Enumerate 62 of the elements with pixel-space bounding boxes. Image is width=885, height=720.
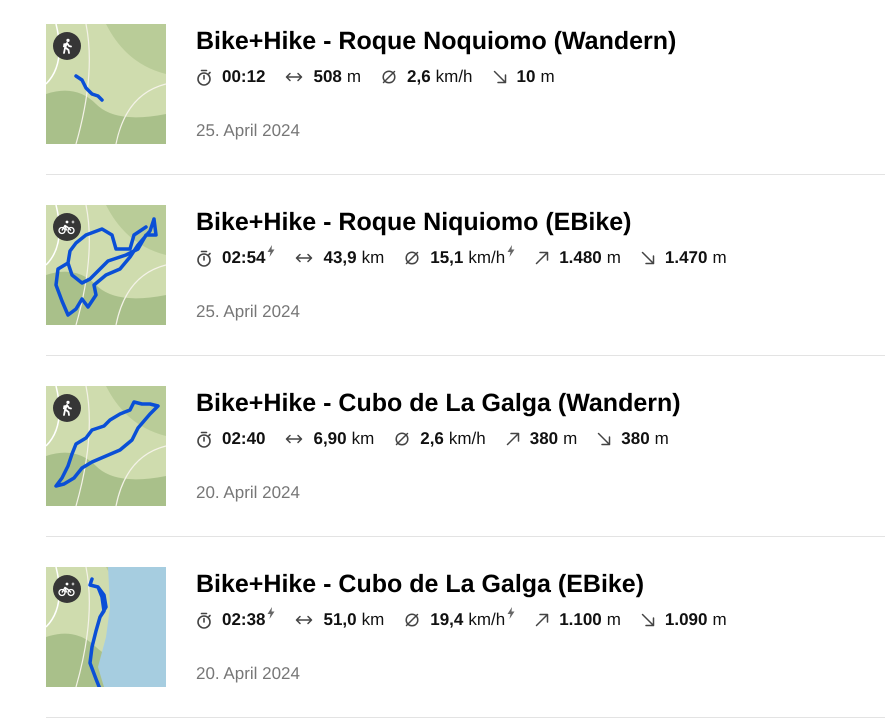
stat-value: 6,90 <box>313 428 347 450</box>
stat-value: 380 <box>530 428 558 450</box>
down-arrow-icon <box>597 432 612 446</box>
stat-unit: m <box>606 247 621 269</box>
stat-value: 43,9 <box>323 247 357 269</box>
up-arrow-icon <box>535 251 550 265</box>
stat-value: 02:38 <box>222 609 266 631</box>
activity-date: 20. April 2024 <box>196 663 301 685</box>
down-arrow-icon <box>640 613 655 627</box>
double-arrow-icon <box>295 614 314 626</box>
diameter-icon <box>394 431 410 447</box>
stat-value: 02:54 <box>222 247 266 269</box>
stat-unit: km <box>362 247 384 269</box>
stat-value: 10 <box>516 66 536 88</box>
activity-title[interactable]: Bike+Hike - Cubo de La Galga (EBike) <box>196 569 727 599</box>
stat-unit: m <box>563 428 578 450</box>
activity-date: 25. April 2024 <box>196 120 301 142</box>
stat-value: 19,4 <box>430 609 464 631</box>
stopwatch-icon <box>196 430 212 448</box>
stat-value: 1.480 <box>559 247 602 269</box>
double-arrow-icon <box>285 71 304 83</box>
down-arrow-icon <box>492 70 507 84</box>
stat-unit: m <box>654 428 669 450</box>
stat-unit: km/h <box>448 428 486 450</box>
activity-date: 25. April 2024 <box>196 301 301 323</box>
stat-unit: m <box>540 66 555 88</box>
stopwatch-icon <box>196 68 212 86</box>
activity-title[interactable]: Bike+Hike - Roque Niquiomo (EBike) <box>196 207 727 237</box>
stat-value: 1.100 <box>559 609 602 631</box>
stat-value: 380 <box>621 428 650 450</box>
diameter-icon <box>404 250 420 266</box>
route-line <box>74 74 104 102</box>
stat-value: 00:12 <box>222 66 266 88</box>
stat-value: 2,6 <box>420 428 444 450</box>
stat-unit: km <box>362 609 384 631</box>
stat-value: 15,1 <box>430 247 464 269</box>
stopwatch-icon <box>196 612 212 628</box>
up-arrow-icon <box>535 613 550 627</box>
stat-unit: km/h <box>468 247 506 269</box>
diameter-icon <box>381 69 398 85</box>
stopwatch-icon <box>196 250 212 266</box>
stat-value: 1.470 <box>664 247 708 269</box>
stat-value: 51,0 <box>323 609 357 631</box>
stat-unit: km/h <box>468 609 506 631</box>
stat-value: 1.090 <box>664 609 708 631</box>
stat-unit: m <box>712 609 727 631</box>
activity-title[interactable]: Bike+Hike - Roque Noquiomo (Wandern) <box>196 26 676 56</box>
stat-unit: m <box>606 609 621 631</box>
activity-date: 20. April 2024 <box>196 482 301 504</box>
stat-unit: km/h <box>436 66 473 88</box>
stat-unit: m <box>712 247 727 269</box>
stat-unit: km <box>352 428 374 450</box>
double-arrow-icon <box>285 433 304 445</box>
diameter-icon <box>404 612 420 628</box>
stat-value: 02:40 <box>222 428 266 450</box>
stat-unit: m <box>346 66 362 88</box>
activity-title[interactable]: Bike+Hike - Cubo de La Galga (Wandern) <box>196 388 681 418</box>
down-arrow-icon <box>640 251 655 265</box>
stat-value: 2,6 <box>407 66 431 88</box>
up-arrow-icon <box>506 432 520 446</box>
double-arrow-icon <box>295 252 314 264</box>
stat-value: 508 <box>313 66 342 88</box>
